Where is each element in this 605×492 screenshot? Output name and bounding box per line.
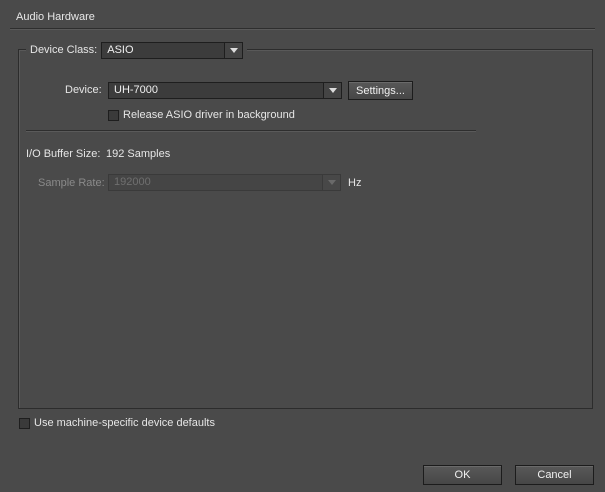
device-class-legend: Device Class: ASIO bbox=[26, 41, 248, 59]
chevron-down-icon bbox=[322, 175, 340, 190]
release-asio-label: Release ASIO driver in background bbox=[123, 109, 295, 121]
cancel-button[interactable]: Cancel bbox=[515, 465, 594, 485]
machine-defaults-checkbox[interactable] bbox=[19, 418, 30, 429]
machine-defaults-label: Use machine-specific device defaults bbox=[34, 417, 215, 429]
chevron-down-icon bbox=[323, 83, 341, 98]
title-divider bbox=[10, 28, 595, 30]
settings-button[interactable]: Settings... bbox=[348, 81, 413, 100]
chevron-down-icon bbox=[224, 42, 243, 58]
device-class-dropdown[interactable]: ASIO bbox=[101, 41, 244, 59]
ok-button[interactable]: OK bbox=[423, 465, 502, 485]
sample-rate-value: 192000 bbox=[114, 176, 151, 188]
release-asio-checkbox[interactable] bbox=[108, 110, 119, 121]
device-class-label: Device Class: bbox=[30, 44, 98, 56]
sample-rate-label: Sample Rate: bbox=[38, 177, 105, 189]
section-title: Audio Hardware bbox=[16, 11, 95, 23]
device-value: UH-7000 bbox=[114, 84, 159, 96]
device-label: Device: bbox=[65, 84, 102, 96]
inner-divider bbox=[26, 130, 476, 132]
device-class-value: ASIO bbox=[107, 43, 134, 56]
buffer-size-label: I/O Buffer Size: bbox=[26, 148, 101, 160]
buffer-size-value: 192 Samples bbox=[106, 148, 171, 160]
device-dropdown[interactable]: UH-7000 bbox=[108, 82, 342, 99]
sample-rate-unit: Hz bbox=[348, 177, 362, 189]
sample-rate-dropdown: 192000 bbox=[108, 174, 341, 191]
device-class-group bbox=[18, 49, 593, 409]
